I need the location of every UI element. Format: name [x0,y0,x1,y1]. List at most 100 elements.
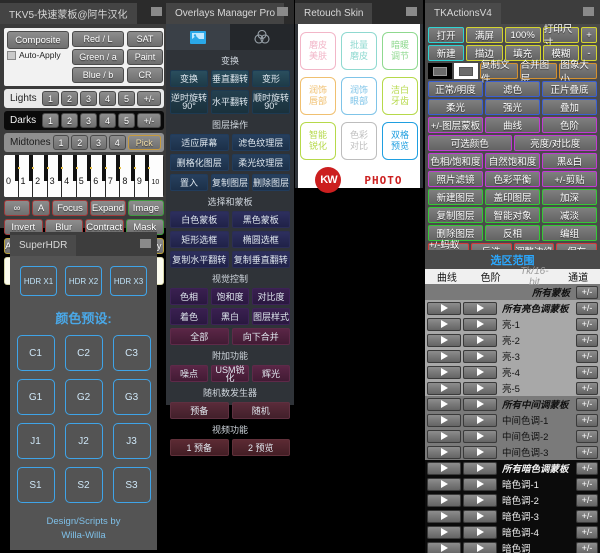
sat-button[interactable]: SAT [127,31,163,47]
play-apply-button[interactable] [463,381,497,395]
ov-duplicate-layer[interactable]: 复制图层 [211,174,249,191]
midtones-3[interactable]: 3 [90,135,107,150]
ov-ellipse-marquee[interactable]: 椭圆选框 [231,231,290,248]
tkaction-照片滤镜[interactable]: 照片滤镜 [428,171,483,187]
ov-copy-flip-horizontal[interactable]: 复制水平翻转 [170,251,229,268]
piano-key-10[interactable] [149,155,164,197]
curves-row-plusminus[interactable]: +/- [576,397,598,411]
play-apply-button[interactable] [463,525,497,539]
tone-piano-selector[interactable]: 0 1 2 3 4 5 6 7 8 9 10 [4,155,164,197]
lights-1[interactable]: 1 [42,91,59,106]
ov-white-mask[interactable]: 白色蒙板 [170,211,229,228]
tkaction-自然饱和度[interactable]: 自然饱和度 [485,153,540,169]
ov-layer-style[interactable]: 图层样式 [252,308,290,325]
curves-row-plusminus[interactable]: +/- [576,365,598,379]
play-run-button[interactable] [427,445,461,459]
ov-random[interactable]: 随机 [231,402,290,419]
ov-merge-down[interactable]: 向下合并 [231,328,290,345]
play-run-button[interactable] [427,333,461,347]
tkaction-+/-图层蒙板[interactable]: +/-图层蒙板 [428,117,483,133]
play-apply-button[interactable] [463,317,497,331]
ov-soft-light-texture-layer[interactable]: 柔光纹理层 [231,154,290,171]
tkaction-色相/饱和度[interactable]: 色相/饱和度 [428,153,483,169]
preset-j2[interactable]: J2 [64,423,103,459]
tkaction-曲线[interactable]: 曲线 [485,117,540,133]
ov-colorize[interactable]: 着色 [170,308,208,325]
tab-channels[interactable]: 通道 [556,269,600,284]
curves-row-plusminus[interactable]: +/- [576,493,598,507]
tkaction-合并图层[interactable]: 合并图层 [519,60,558,85]
preset-c2[interactable]: C2 [64,335,103,371]
a-button[interactable]: A [32,200,50,216]
ov-saturation[interactable]: 饱和度 [211,288,249,305]
tkaction-反相[interactable]: 反相 [485,225,540,241]
tab-tkactions[interactable]: TKActionsV4 [425,3,501,24]
auto-apply-checkbox[interactable] [7,51,16,60]
tab-levels[interactable]: 色阶 [469,269,513,284]
tkaction-滤色[interactable]: 滤色 [485,81,540,97]
darks-plusminus[interactable]: +/- [137,113,161,128]
tab-tkv5[interactable]: TKV5-快速蒙板@阿牛汉化 [0,3,137,24]
ov-flip-vertical[interactable]: 垂直翻转 [211,70,249,87]
tkaction-图象大小[interactable]: 图象大小 [559,60,598,85]
foreground-swatch[interactable] [428,63,452,79]
tkaction-可选颜色[interactable]: 可选颜色 [428,135,512,151]
play-run-button[interactable] [427,477,461,491]
lights-5[interactable]: 5 [118,91,135,106]
tkaction-100%[interactable]: 100% [504,27,541,43]
ov-place[interactable]: 置入 [170,174,208,191]
preset-s3[interactable]: S3 [112,467,151,503]
preset-c3[interactable]: C3 [112,335,151,371]
ov-rasterize-layer[interactable]: 删格化图层 [170,154,229,171]
ov-warp[interactable]: 变形 [252,70,290,87]
ov-rotate-cw-90[interactable]: 顺时旋转 90° [252,90,290,114]
preset-s2[interactable]: S2 [64,467,103,503]
lights-4[interactable]: 4 [99,91,116,106]
play-apply-button[interactable] [463,461,497,475]
expand-button[interactable]: Expand [90,200,126,216]
channel-green-a[interactable]: Green / a [72,49,124,65]
retouch-button-4[interactable]: 润饰 眼部 [341,77,377,115]
tkaction-复制文件[interactable]: 复制文件 [480,60,518,85]
darks-1[interactable]: 1 [42,113,59,128]
preset-s1[interactable]: S1 [16,467,55,503]
color-circles-icon[interactable] [230,24,294,50]
play-run-button[interactable] [427,381,461,395]
channel-red-l[interactable]: Red / L [72,31,124,47]
preset-j1[interactable]: J1 [16,423,55,459]
play-run-button[interactable] [427,301,461,315]
curves-row-plusminus[interactable]: +/- [576,381,598,395]
curves-row-plusminus[interactable]: +/- [576,349,598,363]
tkaction-正常/明度[interactable]: 正常/明度 [428,81,483,97]
tkaction-强光[interactable]: 强光 [485,99,540,115]
cr-button[interactable]: CR [127,67,163,83]
ov-black-white[interactable]: 黑白 [211,308,249,325]
play-run-button[interactable] [427,509,461,523]
ov-all[interactable]: 全部 [170,328,229,345]
darks-2[interactable]: 2 [61,113,78,128]
ov-glow[interactable]: 辉光 [252,365,290,382]
play-run-button[interactable] [427,429,461,443]
all-masks-plusminus[interactable]: +/- [576,285,598,299]
tkaction-亮度/对比度[interactable]: 亮度/对比度 [513,135,597,151]
retouch-button-5[interactable]: 洁白 牙齿 [382,77,418,115]
play-run-button[interactable] [427,525,461,539]
panel-menu-icon[interactable] [406,7,417,16]
play-apply-button[interactable] [463,429,497,443]
midtones-2[interactable]: 2 [71,135,89,150]
tkaction-黑&白[interactable]: 黑&白 [542,153,597,169]
preset-g2[interactable]: G2 [64,379,103,415]
play-run-button[interactable] [427,365,461,379]
play-apply-button[interactable] [463,365,497,379]
channel-blue-b[interactable]: Blue / b [72,67,124,83]
image-button[interactable]: Image [128,200,164,216]
infinity-button[interactable]: ∞ [4,200,30,216]
tkaction-+[interactable]: + [581,27,597,43]
tkaction-满屏[interactable]: 满屏 [466,27,503,43]
ov-noise[interactable]: 噪点 [170,365,208,382]
ov-usm-sharpen[interactable]: USM锐化 [211,365,249,382]
tkaction-+/-剪贴[interactable]: +/-剪贴 [542,171,597,187]
curves-row-plusminus[interactable]: +/- [576,461,598,475]
ov-contrast[interactable]: 对比度 [252,288,290,305]
play-apply-button[interactable] [463,349,497,363]
